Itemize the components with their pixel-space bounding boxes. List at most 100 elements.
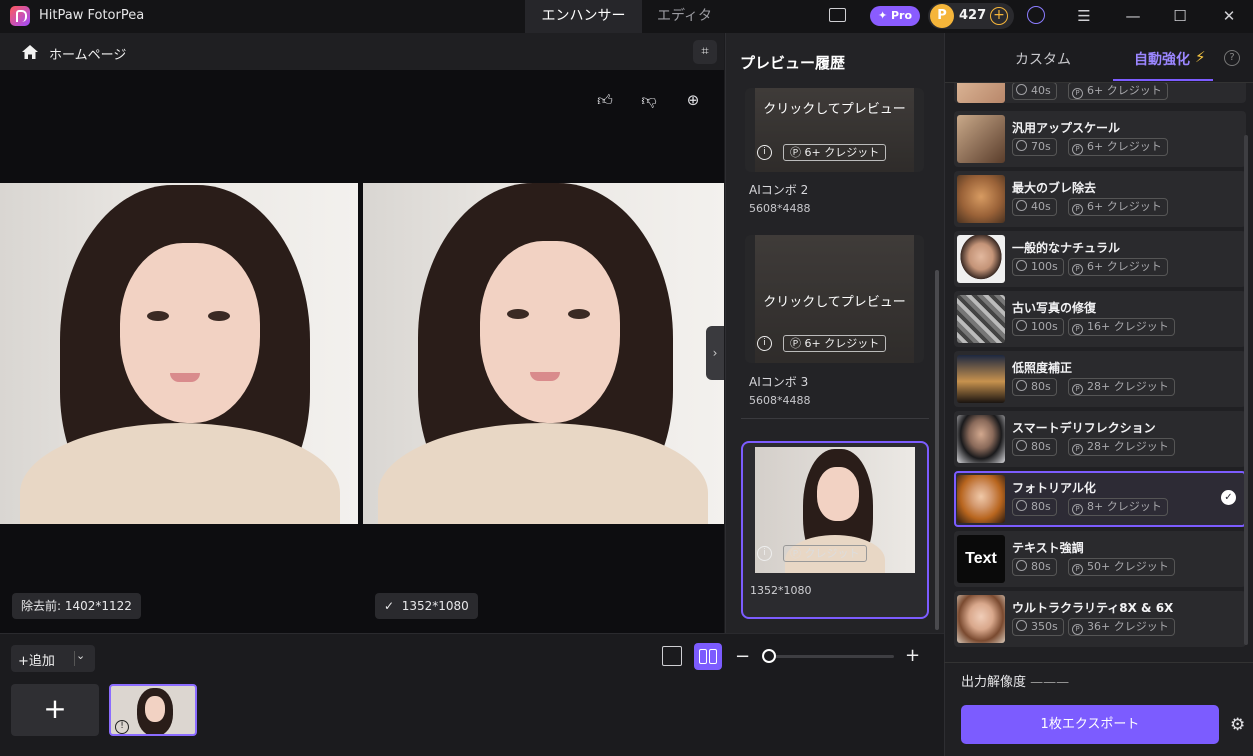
lightning-icon: ⚡︎ — [1195, 48, 1206, 66]
credit-chip: P 8+ クレジット — [1068, 498, 1168, 516]
info-icon[interactable]: i — [757, 546, 772, 561]
time-chip: 80s — [1012, 438, 1057, 456]
add-label: +追加 — [18, 654, 55, 669]
credit-icon: P — [1072, 384, 1083, 395]
close-icon[interactable]: ✕ — [1219, 6, 1239, 26]
clock-icon — [1016, 140, 1027, 151]
info-icon[interactable]: ! — [115, 720, 129, 734]
credit-value: 36+ クレジット — [1087, 620, 1169, 633]
credit-icon: P — [1072, 144, 1083, 155]
panel-divider — [944, 662, 1253, 663]
model-row[interactable]: スマートデリフレクション 80s P 28+ クレジット — [954, 411, 1246, 467]
pro-label: Pro — [891, 9, 913, 22]
model-row[interactable]: 低照度補正 80s P 28+ クレジット — [954, 351, 1246, 407]
credit-value: 6+ クレジット — [1087, 260, 1162, 273]
history-item-size: 5608*4488 — [749, 394, 811, 407]
model-name: フォトリアル化 — [1012, 481, 1096, 495]
model-name: 低照度補正 — [1012, 361, 1073, 375]
history-item[interactable]: クリックしてプレビュー i Ⓟ 6+ クレジット — [745, 88, 924, 172]
model-row[interactable]: 汎用アップスケール 70s P 6+ クレジット — [954, 111, 1246, 167]
clock-icon — [1016, 200, 1027, 211]
model-row[interactable]: 40s P 6+ クレジット — [954, 83, 1246, 103]
credit-value: 6+ クレジット — [1087, 140, 1162, 153]
history-item-selected[interactable]: i Ⓟ クレジット 1352*1080 — [741, 441, 929, 619]
model-row[interactable]: Text テキスト強調 80s P 50+ クレジット — [954, 531, 1246, 587]
coin-balance[interactable]: P 427 + — [928, 3, 1014, 29]
split-view-icon[interactable] — [694, 643, 722, 670]
help-icon[interactable]: ? — [1224, 50, 1240, 66]
add-image-tile[interactable]: + — [11, 684, 99, 736]
model-thumbnail — [957, 83, 1005, 103]
history-item-size: 5608*4488 — [749, 202, 811, 215]
time-value: 70s — [1031, 140, 1051, 153]
home-link[interactable]: ホームページ — [49, 44, 126, 63]
click-to-preview-label: クリックしてプレビュー — [763, 102, 906, 117]
model-row[interactable]: 最大のブレ除去 40s P 6+ クレジット — [954, 171, 1246, 227]
model-row-selected[interactable]: フォトリアル化 80s P 8+ クレジット ✓ — [954, 471, 1246, 527]
after-image — [363, 183, 724, 524]
time-value: 100s — [1031, 320, 1058, 333]
gear-icon[interactable]: ⚙ — [1230, 715, 1245, 735]
clock-icon — [1016, 560, 1027, 571]
before-image — [0, 183, 358, 524]
after-dimension-label: ✓ 1352*1080 — [375, 593, 478, 619]
clock-icon — [1016, 620, 1027, 631]
image-thumbnail[interactable]: ! — [109, 684, 197, 736]
model-thumbnail — [957, 295, 1005, 343]
maximize-icon[interactable]: ☐ — [1170, 6, 1190, 26]
model-thumbnail — [957, 475, 1005, 523]
zoom-slider[interactable] — [765, 655, 894, 658]
output-resolution-label: 出力解像度 — [961, 675, 1027, 690]
tab-auto-enhance[interactable]: 自動強化 — [1134, 49, 1190, 69]
minimize-icon[interactable]: — — [1123, 6, 1143, 26]
after-dimension-value: 1352*1080 — [401, 599, 469, 613]
zoom-in-icon[interactable]: ⊕ — [684, 91, 702, 109]
history-credit: Ⓟ 6+ クレジット — [783, 335, 887, 352]
add-coins-icon[interactable]: + — [990, 7, 1008, 25]
model-row[interactable]: ウルトラクラリティ8X & 6X 350s P 36+ クレジット — [954, 591, 1246, 647]
thumbs-down-icon[interactable]: 👎︎ — [640, 91, 658, 109]
credit-icon: P — [1072, 324, 1083, 335]
user-icon[interactable] — [1027, 6, 1045, 24]
add-button[interactable]: +追加 ⌄ — [11, 645, 95, 672]
menu-icon[interactable]: ☰ — [1074, 6, 1094, 26]
model-row[interactable]: 一般的なナチュラル 100s P 6+ クレジット — [954, 231, 1246, 287]
zoom-out-button[interactable]: − — [735, 646, 750, 667]
credit-icon: P — [1072, 504, 1083, 515]
message-icon[interactable] — [829, 8, 846, 22]
tab-enhancer[interactable]: エンハンサー — [525, 0, 642, 33]
app-name: HitPaw FotorPea — [39, 8, 145, 23]
chevron-down-icon[interactable]: ⌄ — [76, 649, 85, 662]
clock-icon — [1016, 380, 1027, 391]
info-icon[interactable]: i — [757, 336, 772, 351]
history-scrollbar[interactable] — [935, 270, 939, 630]
model-list-scrollbar[interactable] — [1244, 135, 1248, 645]
history-item[interactable]: クリックしてプレビュー i Ⓟ 6+ クレジット — [745, 235, 924, 363]
pro-badge[interactable]: ✦ Pro — [870, 6, 920, 26]
time-chip: 80s — [1012, 498, 1057, 516]
model-row[interactable]: 古い写真の修復 100s P 16+ クレジット — [954, 291, 1246, 347]
credit-icon: P — [1072, 264, 1083, 275]
history-title: プレビュー履歴 — [740, 54, 846, 72]
info-icon[interactable]: i — [757, 145, 772, 160]
history-credit: Ⓟ クレジット — [783, 545, 867, 562]
tab-custom[interactable]: カスタム — [1015, 49, 1071, 69]
time-chip: 40s — [1012, 198, 1057, 216]
crop-icon[interactable]: ⌗ — [693, 40, 717, 64]
clock-icon — [1016, 320, 1027, 331]
tab-editor[interactable]: エディタ — [642, 0, 727, 33]
credit-icon: P — [1072, 88, 1083, 99]
time-chip: 100s — [1012, 318, 1064, 336]
zoom-in-button[interactable]: + — [905, 645, 920, 666]
export-button[interactable]: 1枚エクスポート — [961, 705, 1219, 744]
click-to-preview-label: クリックしてプレビュー — [763, 295, 906, 310]
panel-toggle-chevron-icon[interactable]: › — [706, 326, 724, 380]
credit-icon: P — [1072, 444, 1083, 455]
model-thumbnail — [957, 595, 1005, 643]
single-view-icon[interactable] — [662, 646, 682, 666]
history-item-name: AIコンボ 3 — [749, 375, 809, 389]
home-icon[interactable] — [22, 45, 38, 59]
zoom-slider-handle[interactable] — [762, 649, 776, 663]
thumbs-up-icon[interactable]: 👍︎ — [596, 91, 614, 109]
credit-value: 28+ クレジット — [1087, 440, 1169, 453]
